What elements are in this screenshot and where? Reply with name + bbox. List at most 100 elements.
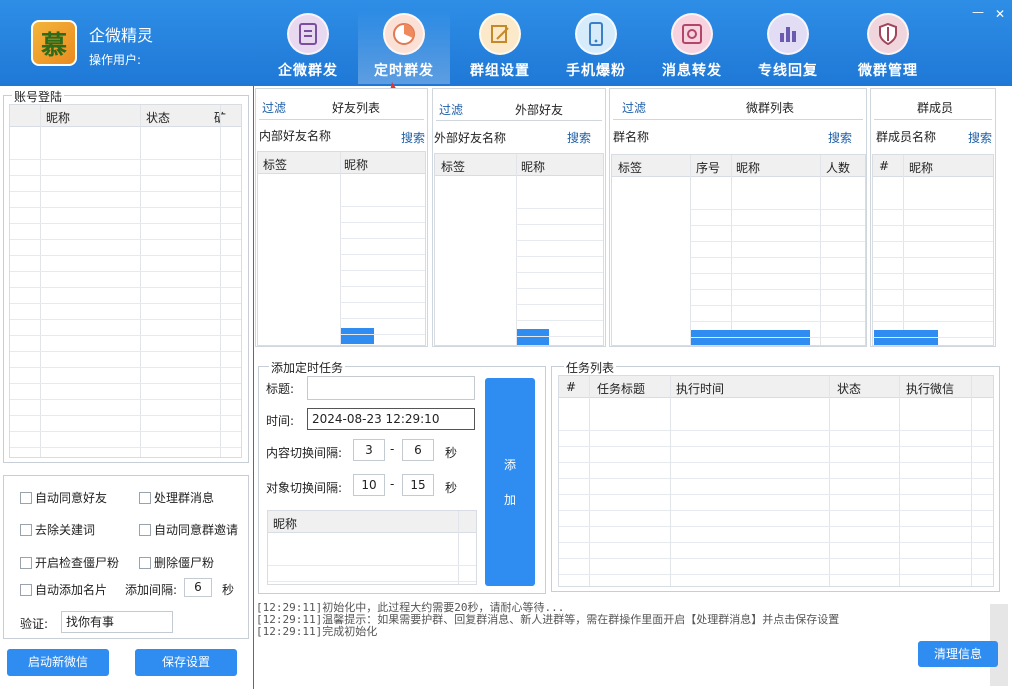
table-row[interactable] [690, 209, 865, 226]
table-row[interactable] [559, 510, 993, 527]
table-row[interactable] [340, 222, 425, 239]
table-row[interactable] [516, 288, 603, 305]
table-row[interactable] [690, 289, 865, 306]
task-time-input[interactable]: 2024-08-23 12:29:10 [307, 408, 475, 430]
table-row[interactable] [516, 192, 603, 209]
table-row[interactable] [873, 193, 993, 210]
table-row[interactable] [10, 399, 241, 416]
table-row[interactable] [690, 193, 865, 210]
table-row[interactable] [559, 478, 993, 495]
content-interval-max-input[interactable]: 6 [402, 439, 434, 461]
verify-input[interactable]: 找你有事 [61, 611, 173, 633]
member-table[interactable]: # 昵称 [872, 154, 994, 346]
nav-message-forward[interactable]: 消息转发 [646, 10, 738, 84]
table-row[interactable] [559, 414, 993, 431]
table-row[interactable] [873, 241, 993, 258]
table-row[interactable] [516, 320, 603, 337]
nav-scheduled-send[interactable]: 定时群发 [358, 10, 450, 84]
table-row[interactable] [559, 462, 993, 479]
table-row[interactable] [340, 318, 425, 335]
table-row[interactable] [690, 305, 865, 322]
table-row[interactable] [10, 239, 241, 256]
object-interval-min-input[interactable]: 10 [353, 474, 385, 496]
save-settings-button[interactable]: 保存设置 [135, 649, 237, 676]
auto-accept-friend-checkbox[interactable]: 自动同意好友 [20, 489, 107, 506]
table-row[interactable] [10, 159, 241, 176]
auto-add-card-checkbox[interactable]: 自动添加名片 [20, 581, 107, 598]
handle-group-message-checkbox[interactable]: 处理群消息 [139, 489, 214, 506]
nav-group-manage[interactable]: 微群管理 [842, 10, 934, 84]
table-row[interactable] [516, 272, 603, 289]
log-area[interactable]: [12:29:11]初始化中，此过程大约需要20秒，请耐心等待... [12:2… [256, 602, 990, 686]
table-row[interactable] [516, 224, 603, 241]
friend-table[interactable]: 标签 昵称 [257, 151, 426, 346]
task-list-table[interactable]: # 任务标题 执行时间 状态 执行微信 [558, 375, 994, 587]
remove-keywords-checkbox[interactable]: 去除关建词 [20, 521, 95, 538]
friend-filter-tab[interactable]: 过滤 [262, 99, 286, 116]
table-row[interactable] [873, 225, 993, 242]
clear-log-button[interactable]: 清理信息 [918, 641, 998, 667]
table-row[interactable] [559, 446, 993, 463]
table-row[interactable] [10, 223, 241, 240]
table-row[interactable] [10, 335, 241, 352]
start-new-wechat-button[interactable]: 启动新微信 [7, 649, 109, 676]
table-row[interactable] [268, 549, 476, 566]
group-filter-tab[interactable]: 过滤 [622, 99, 646, 116]
table-row[interactable] [10, 271, 241, 288]
table-row[interactable] [10, 431, 241, 448]
external-search-button[interactable]: 搜索 [567, 129, 591, 146]
table-row[interactable] [10, 319, 241, 336]
nav-mass-send[interactable]: 企微群发 [262, 10, 354, 84]
table-row[interactable] [340, 190, 425, 207]
auto-accept-group-invite-checkbox[interactable]: 自动同意群邀请 [139, 521, 238, 538]
table-row[interactable] [268, 581, 476, 584]
nav-phone-fans[interactable]: 手机爆粉 [550, 10, 642, 84]
table-row[interactable] [10, 255, 241, 272]
member-search-button[interactable]: 搜索 [968, 129, 992, 146]
table-row[interactable] [559, 574, 993, 586]
table-row[interactable] [690, 225, 865, 242]
table-row[interactable] [559, 558, 993, 575]
nav-dedicated-reply[interactable]: 专线回复 [742, 10, 834, 84]
table-row[interactable] [559, 430, 993, 447]
account-table[interactable]: 昵称 状态 矿 [9, 104, 242, 458]
table-row[interactable] [10, 287, 241, 304]
check-zombie-checkbox[interactable]: 开启检查僵尸粉 [20, 554, 119, 571]
task-target-table[interactable]: 昵称 [267, 510, 477, 585]
table-row[interactable] [10, 303, 241, 320]
minimize-button[interactable]: — [972, 6, 984, 18]
table-row[interactable] [340, 238, 425, 255]
table-row[interactable] [690, 257, 865, 274]
nav-group-settings[interactable]: 群组设置 [454, 10, 546, 84]
table-row[interactable] [690, 241, 865, 258]
table-row[interactable] [690, 273, 865, 290]
table-row[interactable] [516, 256, 603, 273]
table-row[interactable] [873, 305, 993, 322]
task-title-input[interactable] [307, 376, 475, 400]
table-row[interactable] [559, 542, 993, 559]
table-row[interactable] [10, 367, 241, 384]
object-interval-max-input[interactable]: 15 [402, 474, 434, 496]
table-row[interactable] [516, 240, 603, 257]
table-row[interactable] [873, 257, 993, 274]
external-filter-tab[interactable]: 过滤 [439, 101, 463, 118]
table-row[interactable] [516, 304, 603, 321]
add-task-button[interactable]: 添 加 [485, 378, 535, 586]
table-row[interactable] [559, 526, 993, 543]
table-row[interactable] [10, 191, 241, 208]
table-row[interactable] [10, 175, 241, 192]
table-row[interactable] [10, 383, 241, 400]
interval-input[interactable]: 6 [184, 578, 212, 597]
table-row[interactable] [10, 415, 241, 432]
close-button[interactable]: ✕ [995, 8, 1005, 20]
table-row[interactable] [516, 208, 603, 225]
table-row[interactable] [10, 351, 241, 368]
external-friend-table[interactable]: 标签 昵称 [434, 153, 604, 346]
table-row[interactable] [873, 273, 993, 290]
table-row[interactable] [559, 494, 993, 511]
table-row[interactable] [10, 143, 241, 160]
table-row[interactable] [268, 565, 476, 582]
delete-zombie-checkbox[interactable]: 删除僵尸粉 [139, 554, 214, 571]
content-interval-min-input[interactable]: 3 [353, 439, 385, 461]
table-row[interactable] [690, 321, 865, 338]
